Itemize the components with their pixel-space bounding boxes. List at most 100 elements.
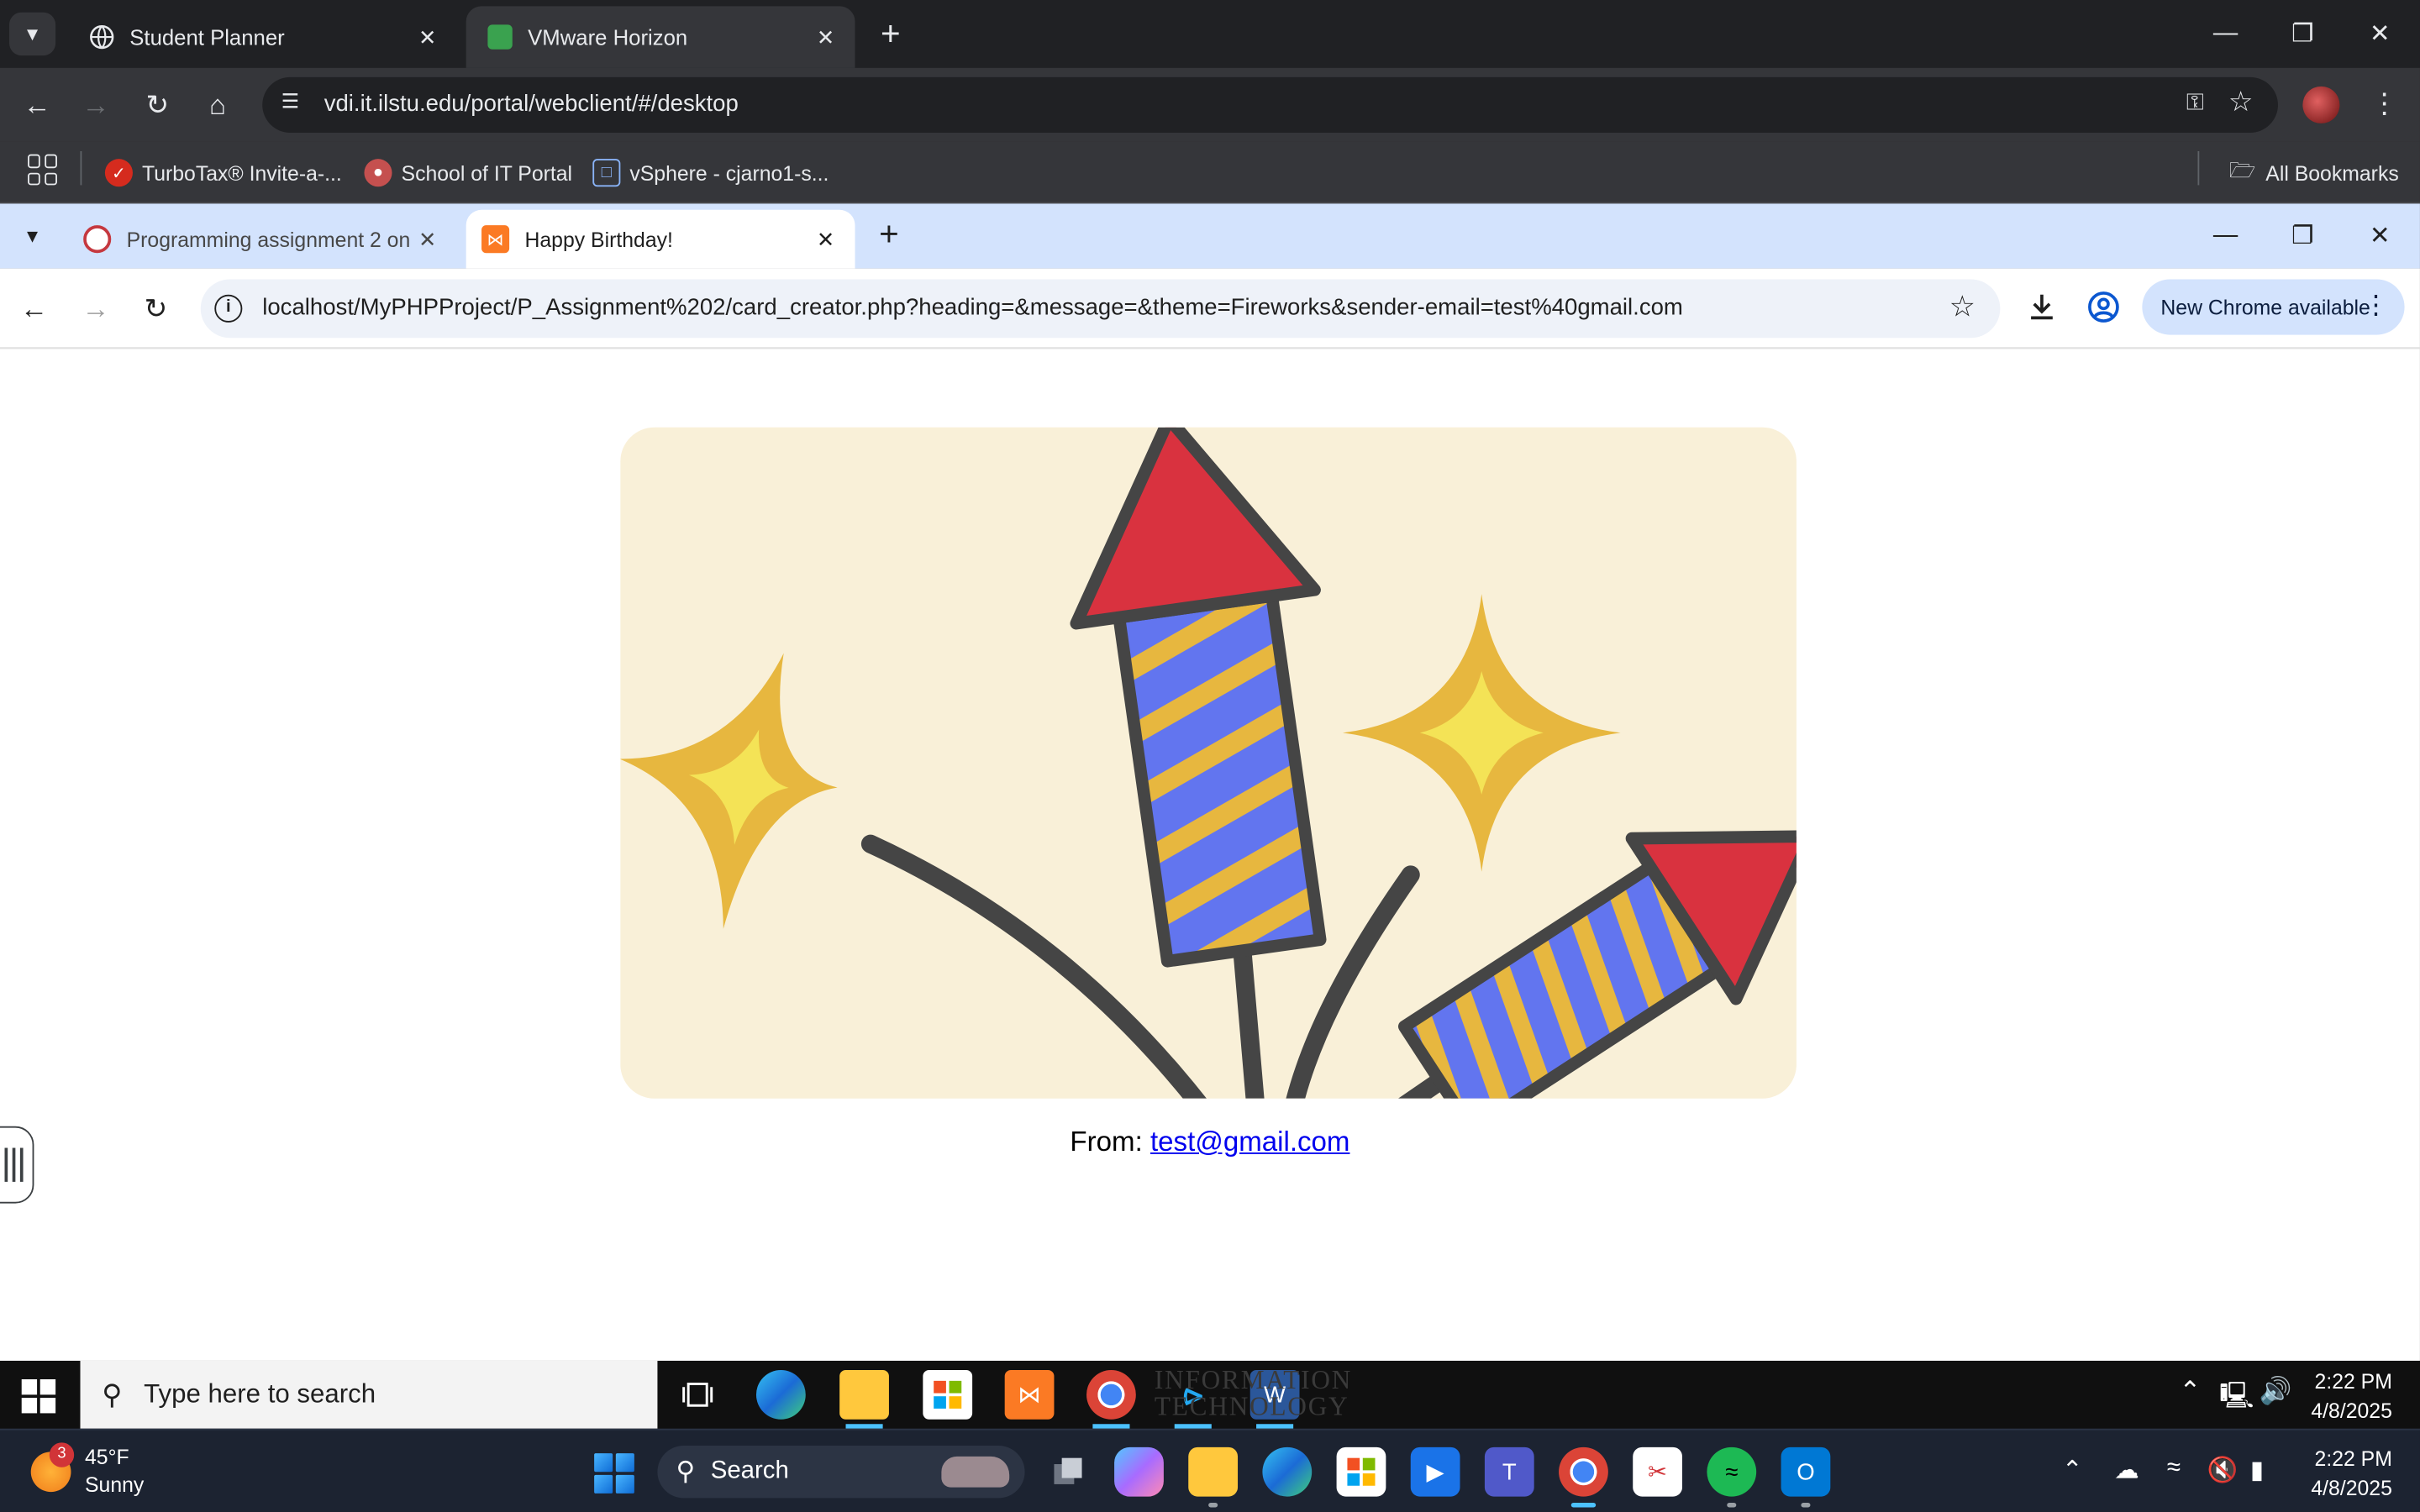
bookmark-vsphere[interactable]: □ vSphere - cjarno1-s...: [592, 155, 829, 192]
search-icon: ⚲: [676, 1456, 696, 1486]
close-icon[interactable]: ✕: [413, 24, 441, 50]
chevron-up-icon[interactable]: ⌃: [2062, 1455, 2083, 1486]
volume-muted-icon[interactable]: 🔇: [2207, 1455, 2238, 1486]
host-clock[interactable]: 2:22 PM 4/8/2025: [2311, 1444, 2392, 1503]
task-view-icon[interactable]: [1044, 1447, 1093, 1497]
chevron-up-icon[interactable]: ⌃: [2179, 1376, 2201, 1407]
outer-tab-student-planner[interactable]: Student Planner ✕: [68, 6, 457, 67]
bookmark-school-of-it[interactable]: ● School of IT Portal: [364, 155, 572, 192]
zoom-icon[interactable]: ▶: [1410, 1446, 1460, 1497]
remote-clock[interactable]: 2:22 PM 4/8/2025: [2311, 1367, 2392, 1425]
key-icon[interactable]: ⚿: [2186, 90, 2204, 116]
volume-icon[interactable]: 🔊: [2260, 1376, 2292, 1407]
close-icon[interactable]: ✕: [812, 226, 839, 252]
birthday-card: [620, 427, 1797, 1099]
microsoft-store-icon[interactable]: [1336, 1446, 1386, 1497]
file-explorer-icon[interactable]: [839, 1369, 889, 1429]
inner-minimize-button[interactable]: —: [2191, 216, 2260, 256]
task-view-icon[interactable]: [673, 1370, 723, 1420]
outlook-icon[interactable]: O: [1781, 1446, 1831, 1508]
close-window-button[interactable]: ✕: [2346, 13, 2414, 55]
chrome-icon[interactable]: [1559, 1446, 1608, 1508]
inner-tab-search-button[interactable]: ▼: [9, 213, 55, 259]
sparkle-right: [1342, 594, 1621, 872]
edge-icon[interactable]: [1262, 1446, 1313, 1497]
more-menu-icon[interactable]: ⋮: [2363, 290, 2389, 321]
sender-email-link[interactable]: test@gmail.com: [1150, 1126, 1350, 1158]
windows-start-button[interactable]: [21, 1379, 56, 1414]
profile-avatar[interactable]: [2302, 86, 2340, 123]
microsoft-store-icon[interactable]: [923, 1369, 973, 1420]
bookmark-turbotax[interactable]: ✓ TurboTax® Invite-a-...: [104, 155, 342, 192]
network-icon[interactable]: 🖳: [2219, 1376, 2254, 1420]
forward-button[interactable]: →: [74, 287, 117, 330]
home-icon: ⌂: [208, 88, 226, 120]
more-menu-icon[interactable]: ⋮: [2370, 87, 2398, 120]
reload-button[interactable]: ↻: [136, 83, 179, 126]
apps-grid-icon[interactable]: [28, 154, 59, 186]
bookmark-label: TurboTax® Invite-a-...: [141, 160, 342, 185]
bookmarks-bar: [0, 141, 2420, 204]
restore-button[interactable]: ❐: [2269, 13, 2337, 55]
close-icon[interactable]: ✕: [812, 24, 839, 50]
vmware-horizon-icon: [487, 24, 513, 50]
battery-icon[interactable]: ▮: [2250, 1455, 2264, 1486]
edge-icon[interactable]: [755, 1369, 806, 1420]
outer-tab-vmware-horizon[interactable]: VMware Horizon ✕: [466, 6, 855, 68]
outer-new-tab-button[interactable]: +: [871, 14, 911, 55]
inner-new-tab-button[interactable]: +: [871, 215, 908, 253]
reload-icon: ↻: [144, 292, 168, 323]
back-button[interactable]: ←: [15, 83, 58, 126]
folder-icon: 🗁: [2228, 157, 2256, 182]
rocket-secondary: [1397, 830, 1797, 1099]
chrome-icon[interactable]: [1086, 1369, 1136, 1429]
inner-url-text: localhost/MyPHPProject/P_Assignment%202/…: [262, 294, 1683, 322]
sparkle-left: [620, 653, 838, 929]
wifi-icon[interactable]: ≈: [2167, 1455, 2181, 1483]
inner-restore-button[interactable]: ❐: [2269, 216, 2337, 256]
home-button[interactable]: ⌂: [196, 83, 239, 126]
bookmark-label: School of IT Portal: [401, 160, 573, 185]
vsphere-icon: □: [592, 159, 621, 187]
all-bookmarks-button[interactable]: 🗁 All Bookmarks: [2228, 155, 2399, 192]
reload-button[interactable]: ↻: [134, 287, 177, 330]
teams-icon[interactable]: T: [1484, 1446, 1534, 1497]
rocket-main: [1070, 427, 1327, 968]
xampp-icon[interactable]: ⋈: [1004, 1369, 1055, 1420]
host-date: 4/8/2025: [2311, 1476, 2392, 1500]
onedrive-icon[interactable]: ☁: [2114, 1455, 2139, 1486]
minimize-button[interactable]: —: [2191, 13, 2260, 55]
outer-address-bar[interactable]: ☰ vdi.it.ilstu.edu/portal/webclient/#/de…: [262, 76, 2278, 133]
copilot-icon[interactable]: [1114, 1446, 1164, 1497]
outer-url-text: vdi.it.ilstu.edu/portal/webclient/#/desk…: [324, 91, 739, 118]
globe-icon: [90, 24, 114, 50]
windows-start-button[interactable]: [594, 1453, 634, 1494]
info-icon[interactable]: i: [214, 294, 243, 323]
host-search-box[interactable]: ⚲ Search: [657, 1445, 1025, 1499]
outer-tab-search-button[interactable]: ▼: [9, 12, 56, 56]
snipping-tool-icon[interactable]: ✂: [1633, 1446, 1683, 1497]
close-icon[interactable]: ✕: [413, 226, 441, 252]
new-chrome-available-button[interactable]: New Chrome available ⋮: [2142, 279, 2405, 335]
remote-time: 2:22 PM: [2314, 1369, 2392, 1394]
profile-icon[interactable]: [2084, 287, 2124, 328]
inner-tab-happy-birthday[interactable]: ⋈ Happy Birthday! ✕: [466, 209, 855, 269]
site-settings-icon[interactable]: ☰: [275, 90, 306, 121]
weather-widget[interactable]: 3 45°F Sunny: [30, 1442, 216, 1504]
inner-close-window-button[interactable]: ✕: [2346, 216, 2414, 256]
star-icon[interactable]: ☆: [1949, 290, 1975, 325]
back-button[interactable]: ←: [13, 287, 55, 330]
remote-search-box[interactable]: ⚲ Type here to search: [80, 1360, 658, 1429]
inner-tab-title: Programming assignment 2 on: [126, 227, 411, 251]
arrow-right-icon: →: [82, 88, 110, 120]
inner-address-bar[interactable]: i localhost/MyPHPProject/P_Assignment%20…: [200, 279, 2001, 339]
download-icon[interactable]: [2022, 287, 2062, 328]
inner-tab-strip: ▼ Programming assignment 2 on ✕ ⋈ Happy …: [0, 203, 2420, 269]
spotify-icon[interactable]: ≈: [1707, 1446, 1757, 1508]
star-icon[interactable]: ☆: [2228, 87, 2254, 119]
forward-button[interactable]: →: [74, 83, 117, 126]
host-time: 2:22 PM: [2314, 1446, 2392, 1471]
file-explorer-icon[interactable]: [1188, 1446, 1239, 1508]
inner-tab-programming-assignment[interactable]: Programming assignment 2 on ✕: [68, 210, 457, 269]
arrow-right-icon: →: [82, 292, 110, 323]
